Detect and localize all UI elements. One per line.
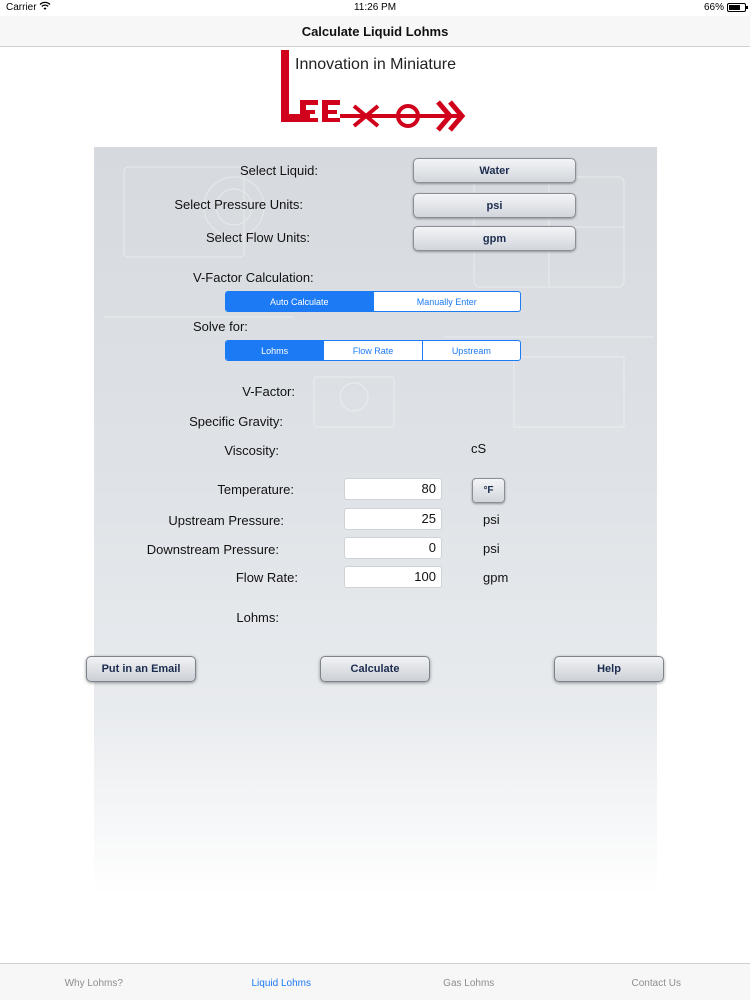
select-liquid-button[interactable]: Water: [413, 158, 576, 183]
navigation-bar: Calculate Liquid Lohms: [0, 16, 750, 47]
clock: 11:26 PM: [353, 2, 397, 13]
tab-gas-lohms[interactable]: Gas Lohms: [375, 964, 563, 1000]
upstream-pressure-label: Upstream Pressure:: [168, 513, 284, 528]
page-title: Calculate Liquid Lohms: [301, 24, 449, 39]
calculate-button[interactable]: Calculate: [320, 656, 430, 682]
help-button[interactable]: Help: [554, 656, 664, 682]
vfactor-calculation-label: V-Factor Calculation:: [193, 270, 314, 285]
temperature-unit-button[interactable]: °F: [472, 478, 505, 503]
segment-auto-calculate[interactable]: Auto Calculate: [226, 292, 374, 311]
battery-icon: [727, 3, 748, 12]
viscosity-label: Viscosity:: [224, 443, 279, 458]
select-liquid-label: Select Liquid:: [239, 163, 318, 178]
calculator-panel: Select Liquid: Water Select Pressure Uni…: [94, 147, 657, 895]
segment-lohms[interactable]: Lohms: [226, 341, 325, 360]
battery-percent: 66%: [703, 2, 724, 13]
specific-gravity-label: Specific Gravity:: [189, 414, 283, 429]
tab-liquid-lohms[interactable]: Liquid Lohms: [188, 964, 376, 1000]
status-bar: Carrier 11:26 PM 66%: [0, 0, 750, 16]
viscosity-unit: cS: [471, 441, 487, 456]
select-pressure-units-button[interactable]: psi: [413, 193, 576, 218]
email-button[interactable]: Put in an Email: [86, 656, 196, 682]
flow-rate-input[interactable]: 100: [344, 566, 442, 588]
solve-for-label: Solve for:: [193, 319, 248, 334]
solve-for-segmented: Lohms Flow Rate Upstream: [225, 340, 521, 361]
lohms-label: Lohms:: [236, 610, 279, 625]
flow-rate-label: Flow Rate:: [235, 570, 298, 585]
segment-flow-rate[interactable]: Flow Rate: [324, 341, 423, 360]
segment-manually-enter[interactable]: Manually Enter: [374, 292, 521, 311]
select-flow-units-label: Select Flow Units:: [205, 230, 310, 245]
downstream-pressure-input[interactable]: 0: [344, 537, 442, 559]
v-factor-label: V-Factor:: [242, 384, 295, 399]
select-flow-units-button[interactable]: gpm: [413, 226, 576, 251]
vfactor-calculation-segmented: Auto Calculate Manually Enter: [225, 291, 521, 312]
flow-rate-unit: gpm: [483, 570, 509, 585]
upstream-pressure-input[interactable]: 25: [344, 508, 442, 530]
temperature-label: Temperature:: [217, 482, 294, 497]
downstream-pressure-unit: psi: [483, 541, 500, 556]
select-pressure-units-label: Select Pressure Units:: [174, 197, 303, 212]
tab-why-lohms[interactable]: Why Lohms?: [0, 964, 188, 1000]
logo-tagline: Innovation in Miniature: [295, 56, 456, 73]
segment-upstream[interactable]: Upstream: [423, 341, 520, 360]
downstream-pressure-label: Downstream Pressure:: [146, 542, 279, 557]
lee-logo: Innovation in Miniature: [278, 48, 473, 136]
tab-contact-us[interactable]: Contact Us: [563, 964, 750, 1000]
temperature-input[interactable]: 80: [344, 478, 442, 500]
upstream-pressure-unit: psi: [483, 512, 500, 527]
tab-bar: Why Lohms? Liquid Lohms Gas Lohms Contac…: [0, 963, 750, 1000]
